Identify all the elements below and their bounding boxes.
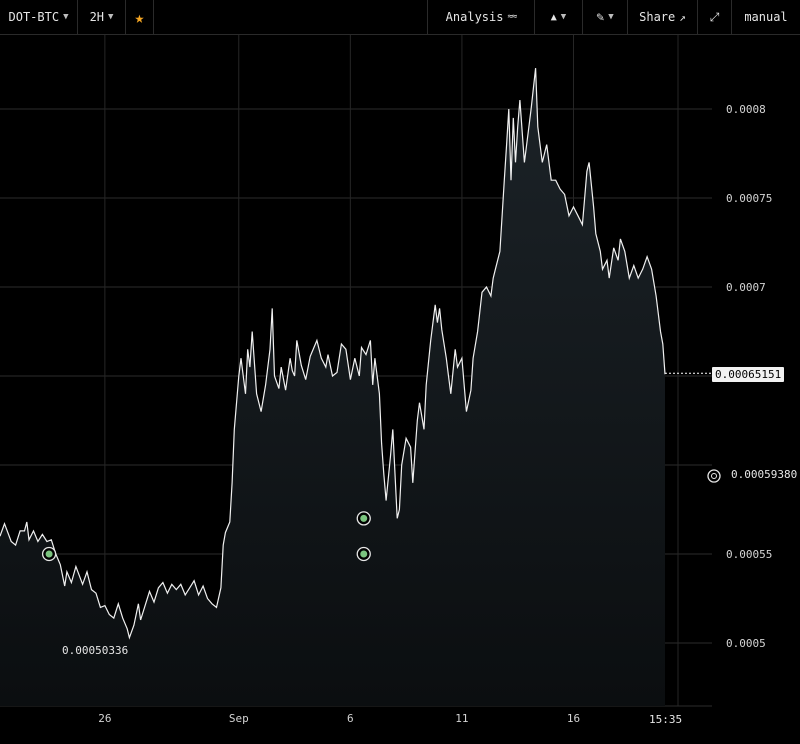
- chevron-down-icon: ▼: [63, 12, 69, 22]
- x-axis-ticks: 26 Sep 6 11 16: [98, 712, 580, 725]
- star-icon: ★: [134, 7, 145, 27]
- trade-marker-dot: [360, 514, 368, 522]
- y-tick-label: 0.0005: [726, 637, 766, 650]
- reference-marker[interactable]: [707, 469, 721, 483]
- scale-mode-button[interactable]: manual: [732, 0, 800, 34]
- x-tick-label: 11: [455, 712, 468, 725]
- mode-label: manual: [744, 10, 788, 24]
- chart-toolbar: DOT-BTC ▼ 2H ▼ ★ Analysis ≈≈ ▲ ▼ ✎ ▼ Sha…: [0, 0, 800, 35]
- pencil-icon: ✎: [596, 9, 605, 25]
- pair-label: DOT-BTC: [8, 10, 60, 24]
- reference-price-label: 0.00059380: [731, 468, 798, 481]
- y-tick-label: 0.00075: [726, 192, 772, 205]
- x-tick-label: 26: [98, 712, 111, 725]
- x-tick-label: Sep: [229, 712, 249, 725]
- y-tick-label: 0.0007: [726, 281, 766, 294]
- price-chart[interactable]: 0.0005 0.00055 0.0007 0.00075 0.0008 26 Sep 6 1…: [0, 0, 800, 744]
- x-tick-label: 16: [567, 712, 580, 725]
- pair-selector[interactable]: DOT-BTC ▼: [0, 0, 78, 34]
- share-label: Share: [639, 10, 676, 24]
- favorite-button[interactable]: ★: [126, 0, 154, 34]
- interval-selector[interactable]: 2H ▼: [78, 0, 126, 34]
- last-price-tag: 0.00065151: [712, 367, 785, 382]
- share-button[interactable]: Share ↗: [628, 0, 698, 34]
- chart-type-button[interactable]: ▲ ▼: [535, 0, 583, 34]
- trade-marker-dot: [45, 550, 53, 558]
- external-link-icon: ↗: [679, 10, 686, 24]
- indicators-icon: ≈≈: [507, 12, 517, 22]
- fullscreen-button[interactable]: ⤢: [698, 0, 732, 34]
- y-tick-label: 0.00055: [726, 548, 772, 561]
- price-area-fill: [0, 68, 665, 707]
- analysis-label: Analysis: [445, 10, 504, 24]
- low-price-label: 0.00050336: [62, 644, 129, 657]
- interval-label: 2H: [89, 10, 105, 24]
- chevron-down-icon: ▼: [608, 12, 614, 22]
- chart-type-icon: ▲: [550, 11, 557, 23]
- chevron-down-icon: ▼: [560, 12, 567, 22]
- y-tick-label: 0.0008: [726, 103, 766, 116]
- chevron-down-icon: ▼: [108, 12, 114, 22]
- candle-countdown: 15:35: [649, 713, 683, 726]
- trade-marker-dot: [360, 550, 368, 558]
- analysis-button[interactable]: Analysis ≈≈: [427, 0, 535, 34]
- expand-icon: ⤢: [709, 9, 720, 24]
- x-tick-label: 6: [347, 712, 354, 725]
- draw-button[interactable]: ✎ ▼: [583, 0, 628, 34]
